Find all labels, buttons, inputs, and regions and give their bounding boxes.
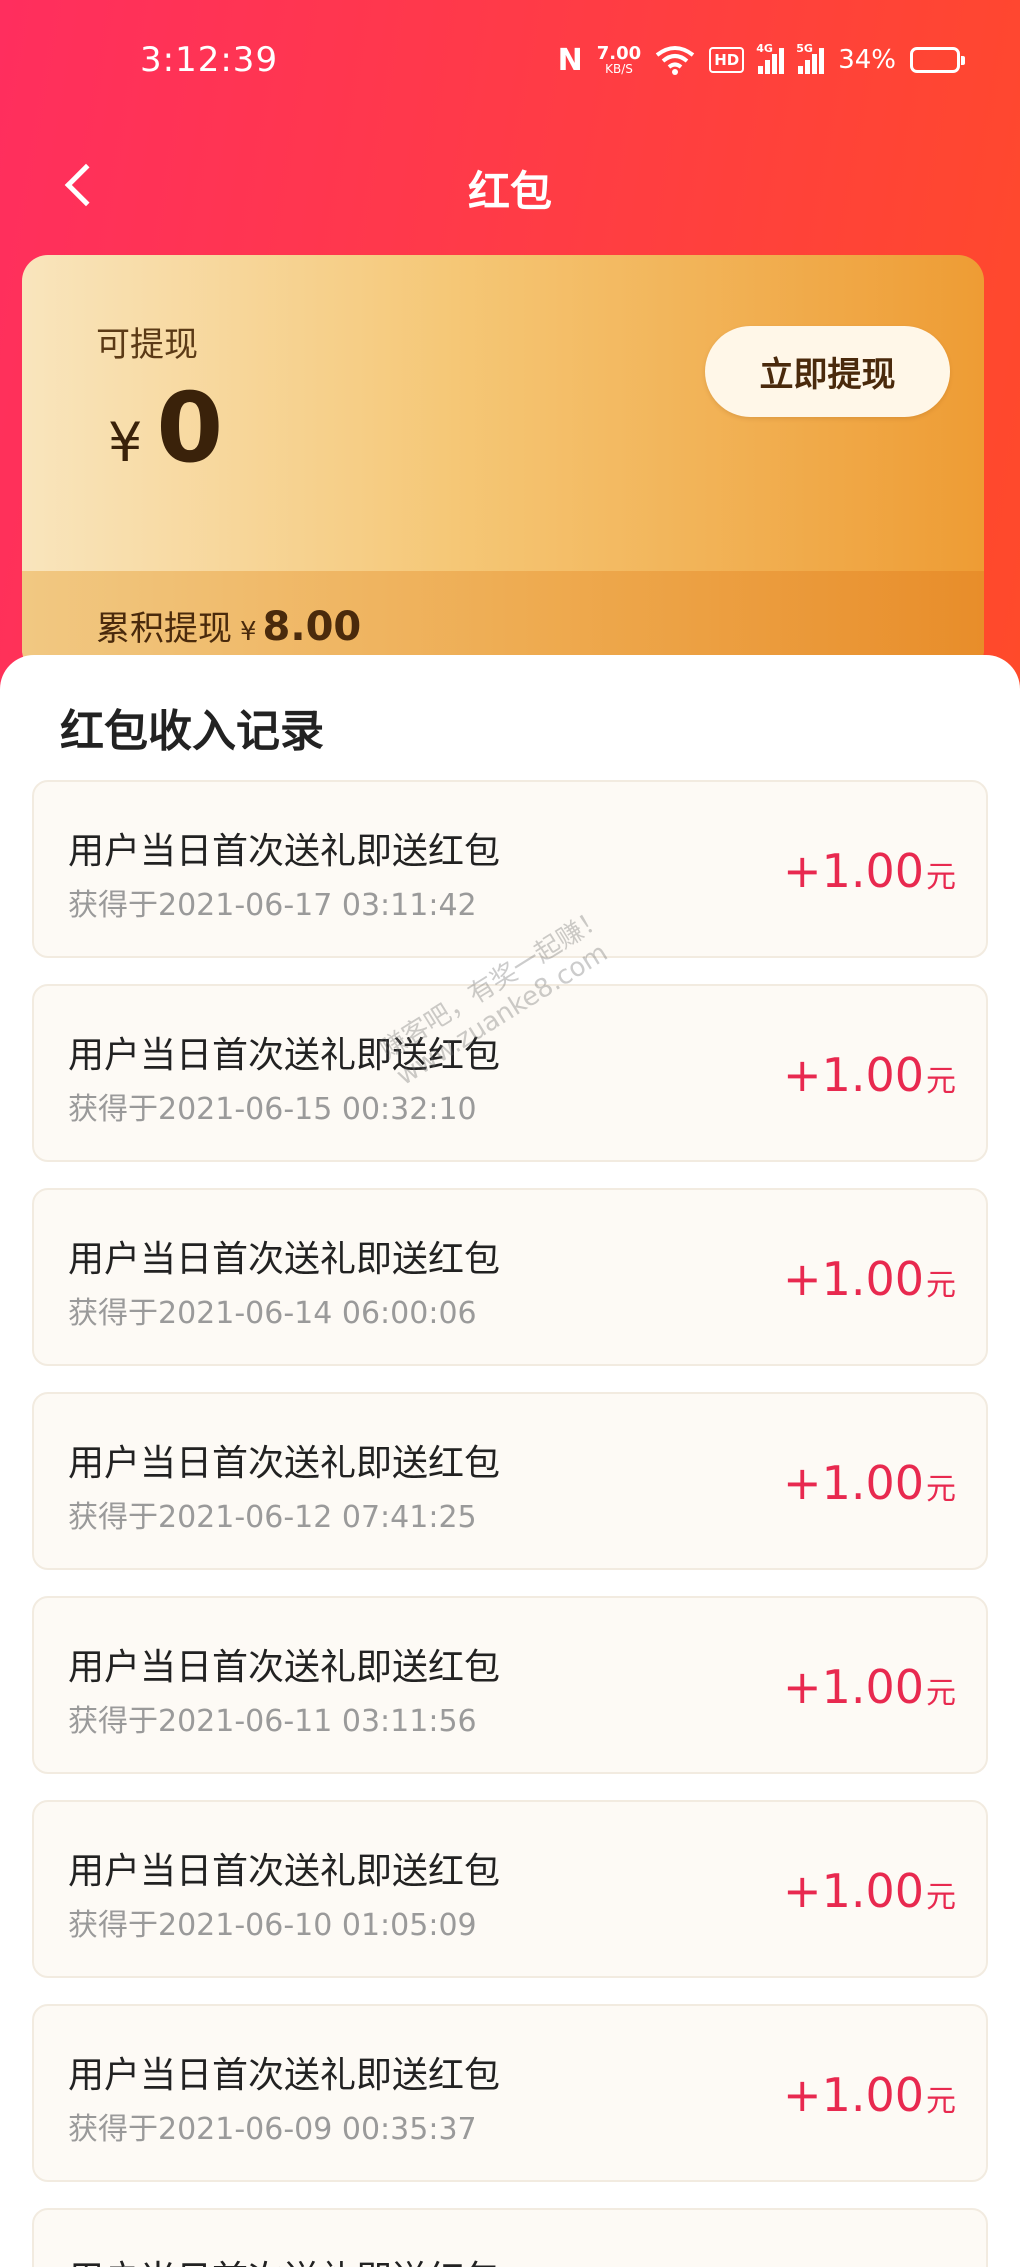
amount-value: +1.00 [783, 844, 924, 898]
cumulative-withdrawal: 累积提现 ¥ 8.00 [96, 601, 361, 650]
amount-value: +1.00 [783, 1864, 924, 1918]
list-item: 用户当日首次送礼即送红包 获得于2021-06-14 06:00:06 +1.0… [32, 1188, 988, 1366]
record-time: 获得于2021-06-15 00:32:10 [68, 1092, 477, 1127]
record-time: 获得于2021-06-09 00:35:37 [68, 2112, 477, 2147]
record-time: 获得于2021-06-12 07:41:25 [68, 1500, 477, 1535]
withdraw-now-button[interactable]: 立即提现 [705, 326, 950, 417]
record-list[interactable]: 用户当日首次送礼即送红包 获得于2021-06-17 03:11:42 +1.0… [32, 780, 988, 2267]
record-time: 获得于2021-06-14 06:00:06 [68, 1296, 477, 1331]
record-name: 用户当日首次送礼即送红包 [68, 1239, 501, 1280]
speed-value: 7.00 [596, 43, 642, 64]
signal-4g-label: 4G [756, 42, 773, 55]
amount-unit: 元 [926, 1880, 956, 1915]
signal-5g-label: 5G [796, 42, 813, 55]
amount-unit: 元 [926, 860, 956, 895]
cumulative-value: 8.00 [262, 604, 362, 650]
list-item: 用户当日首次送礼即送红包 [32, 2208, 988, 2267]
amount-unit: 元 [926, 1676, 956, 1711]
record-amount: +1.00 元 [783, 1048, 956, 1102]
hd-voice-icon: HD [709, 47, 745, 73]
record-name: 用户当日首次送礼即送红包 [68, 831, 501, 872]
battery-icon [910, 47, 965, 73]
list-item: 用户当日首次送礼即送红包 获得于2021-06-09 00:35:37 +1.0… [32, 2004, 988, 2182]
withdrawable-amount: ¥ 0 [108, 380, 223, 476]
signal-4g-icon: 4G [756, 42, 785, 74]
amount-unit: 元 [926, 1268, 956, 1303]
records-title: 红包收入记录 [60, 706, 324, 757]
list-item: 用户当日首次送礼即送红包 获得于2021-06-11 03:11:56 +1.0… [32, 1596, 988, 1774]
list-item: 用户当日首次送礼即送红包 获得于2021-06-15 00:32:10 +1.0… [32, 984, 988, 1162]
cumulative-currency: ¥ [240, 617, 257, 647]
record-name: 用户当日首次送礼即送红包 [68, 1443, 501, 1484]
page-title: 红包 [467, 167, 552, 216]
wifi-icon [655, 46, 695, 75]
amount-value: +1.00 [783, 1456, 924, 1510]
balance-value: 0 [156, 372, 224, 484]
income-records-panel: 红包收入记录 用户当日首次送礼即送红包 获得于2021-06-17 03:11:… [0, 655, 1020, 2267]
record-name: 用户当日首次送礼即送红包 [68, 1851, 501, 1892]
amount-unit: 元 [926, 2084, 956, 2119]
speed-unit: KB/S [605, 62, 633, 76]
list-item: 用户当日首次送礼即送红包 获得于2021-06-12 07:41:25 +1.0… [32, 1392, 988, 1570]
currency-symbol: ¥ [108, 411, 143, 474]
status-time: 3:12:39 [140, 40, 279, 80]
network-speed: 7.00 KB/S [596, 43, 642, 76]
amount-value: +1.00 [783, 1660, 924, 1714]
record-amount: +1.00 元 [783, 1660, 956, 1714]
record-name: 用户当日首次送礼即送红包 [68, 1647, 501, 1688]
record-name: 用户当日首次送礼即送红包 [68, 1035, 501, 1076]
record-name: 用户当日首次送礼即送红包 [68, 2250, 500, 2267]
record-amount: +1.00 元 [783, 1864, 956, 1918]
list-item: 用户当日首次送礼即送红包 获得于2021-06-17 03:11:42 +1.0… [32, 780, 988, 958]
amount-value: +1.00 [783, 1252, 924, 1306]
list-item: 用户当日首次送礼即送红包 获得于2021-06-10 01:05:09 +1.0… [32, 1800, 988, 1978]
battery-percent: 34% [838, 45, 896, 75]
record-time: 获得于2021-06-17 03:11:42 [68, 888, 477, 923]
status-icons: N 7.00 KB/S HD 4G 5G 34% [557, 42, 965, 78]
nav-bar: 红包 [0, 130, 1020, 240]
record-time: 获得于2021-06-11 03:11:56 [68, 1704, 477, 1739]
cumulative-label: 累积提现 [96, 609, 232, 649]
amount-unit: 元 [926, 1064, 956, 1099]
withdrawable-label: 可提现 [96, 325, 198, 365]
record-amount: +1.00 元 [783, 2068, 956, 2122]
record-name: 用户当日首次送礼即送红包 [68, 2055, 501, 2096]
signal-5g-icon: 5G [796, 42, 825, 74]
status-bar: 3:12:39 N 7.00 KB/S HD 4G 5G 34% [0, 0, 1020, 130]
record-amount: +1.00 元 [783, 844, 956, 898]
amount-value: +1.00 [783, 1048, 924, 1102]
record-amount: +1.00 元 [783, 1252, 956, 1306]
amount-value: +1.00 [783, 2068, 924, 2122]
record-amount: +1.00 元 [783, 1456, 956, 1510]
nfc-icon: N [557, 42, 583, 78]
balance-card: 可提现 ¥ 0 立即提现 累积提现 ¥ 8.00 [22, 255, 984, 675]
record-time: 获得于2021-06-10 01:05:09 [68, 1908, 477, 1943]
amount-unit: 元 [926, 1472, 956, 1507]
